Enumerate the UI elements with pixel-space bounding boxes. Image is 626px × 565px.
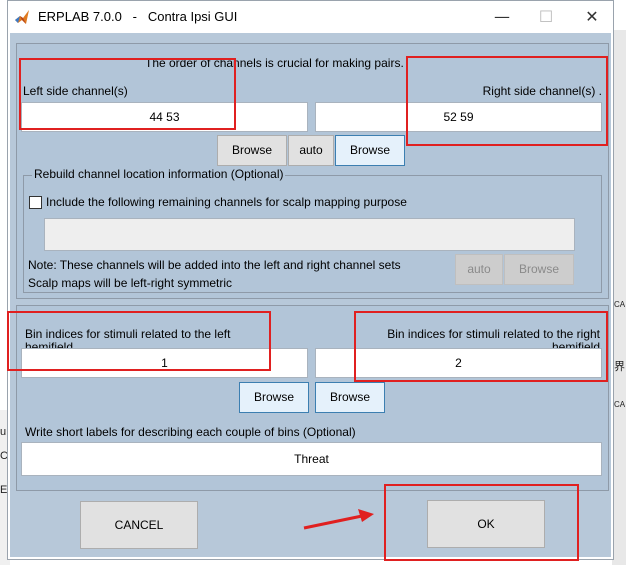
right-channel-label: Right side channel(s) . — [482, 84, 602, 98]
annotation-arrow-icon — [303, 509, 374, 530]
left-channel-label: Left side channel(s) — [23, 84, 128, 98]
window-title: ERPLAB 7.0.0 - Contra Ipsi GUI — [38, 9, 238, 24]
close-button[interactable]: ✕ — [578, 5, 606, 29]
left-channel-input[interactable]: 44 53 — [21, 102, 308, 132]
browse-left-channels-button[interactable]: Browse — [217, 135, 287, 166]
bins-panel: Bin indices for stimuli related to the l… — [16, 305, 609, 491]
right-channel-input[interactable]: 52 59 — [315, 102, 602, 132]
title-bar: ERPLAB 7.0.0 - Contra Ipsi GUI — ☐ ✕ — [8, 1, 613, 33]
rebuild-note-line1: Note: These channels will be added into … — [28, 258, 401, 272]
background-text: CA — [614, 300, 626, 309]
rebuild-group: Rebuild channel location information (Op… — [23, 167, 602, 293]
maximize-button[interactable]: ☐ — [532, 5, 560, 29]
dialog-window: ERPLAB 7.0.0 - Contra Ipsi GUI — ☐ ✕ The… — [7, 0, 614, 560]
matlab-icon — [15, 10, 29, 24]
ok-button[interactable]: OK — [427, 500, 545, 548]
auto-channels-button[interactable]: auto — [288, 135, 334, 166]
dialog-client-area: The order of channels is crucial for mak… — [10, 33, 611, 557]
cancel-button[interactable]: CANCEL — [80, 501, 198, 549]
browse-right-bins-button[interactable]: Browse — [315, 382, 385, 413]
remaining-channels-input[interactable] — [44, 218, 575, 251]
rebuild-group-title: Rebuild channel location information (Op… — [32, 167, 286, 181]
include-remaining-label: Include the following remaining channels… — [46, 195, 407, 209]
rebuild-browse-button[interactable]: Browse — [504, 254, 574, 285]
background-text: u — [0, 426, 7, 438]
background-text: CA — [614, 400, 626, 409]
left-bin-label: Bin indices for stimuli related to the l… — [25, 327, 231, 341]
include-remaining-checkbox[interactable] — [29, 196, 42, 209]
left-bin-input[interactable]: 1 — [21, 348, 308, 378]
short-labels-input[interactable]: Threat — [21, 442, 602, 476]
rebuild-auto-button[interactable]: auto — [455, 254, 503, 285]
background-text: 界 — [614, 361, 625, 373]
browse-left-bins-button[interactable]: Browse — [239, 382, 309, 413]
minimize-button[interactable]: — — [488, 5, 516, 29]
right-bin-input[interactable]: 2 — [315, 348, 602, 378]
background-app-strip: CA 界 CA — [612, 30, 626, 565]
right-bin-label: Bin indices for stimuli related to the r… — [387, 327, 600, 341]
order-note: The order of channels is crucial for mak… — [145, 56, 404, 70]
rebuild-note-line2: Scalp maps will be left-right symmetric — [28, 276, 233, 290]
channels-panel: The order of channels is crucial for mak… — [16, 43, 609, 299]
browse-right-channels-button[interactable]: Browse — [335, 135, 405, 166]
short-labels-prompt: Write short labels for describing each c… — [25, 425, 356, 439]
